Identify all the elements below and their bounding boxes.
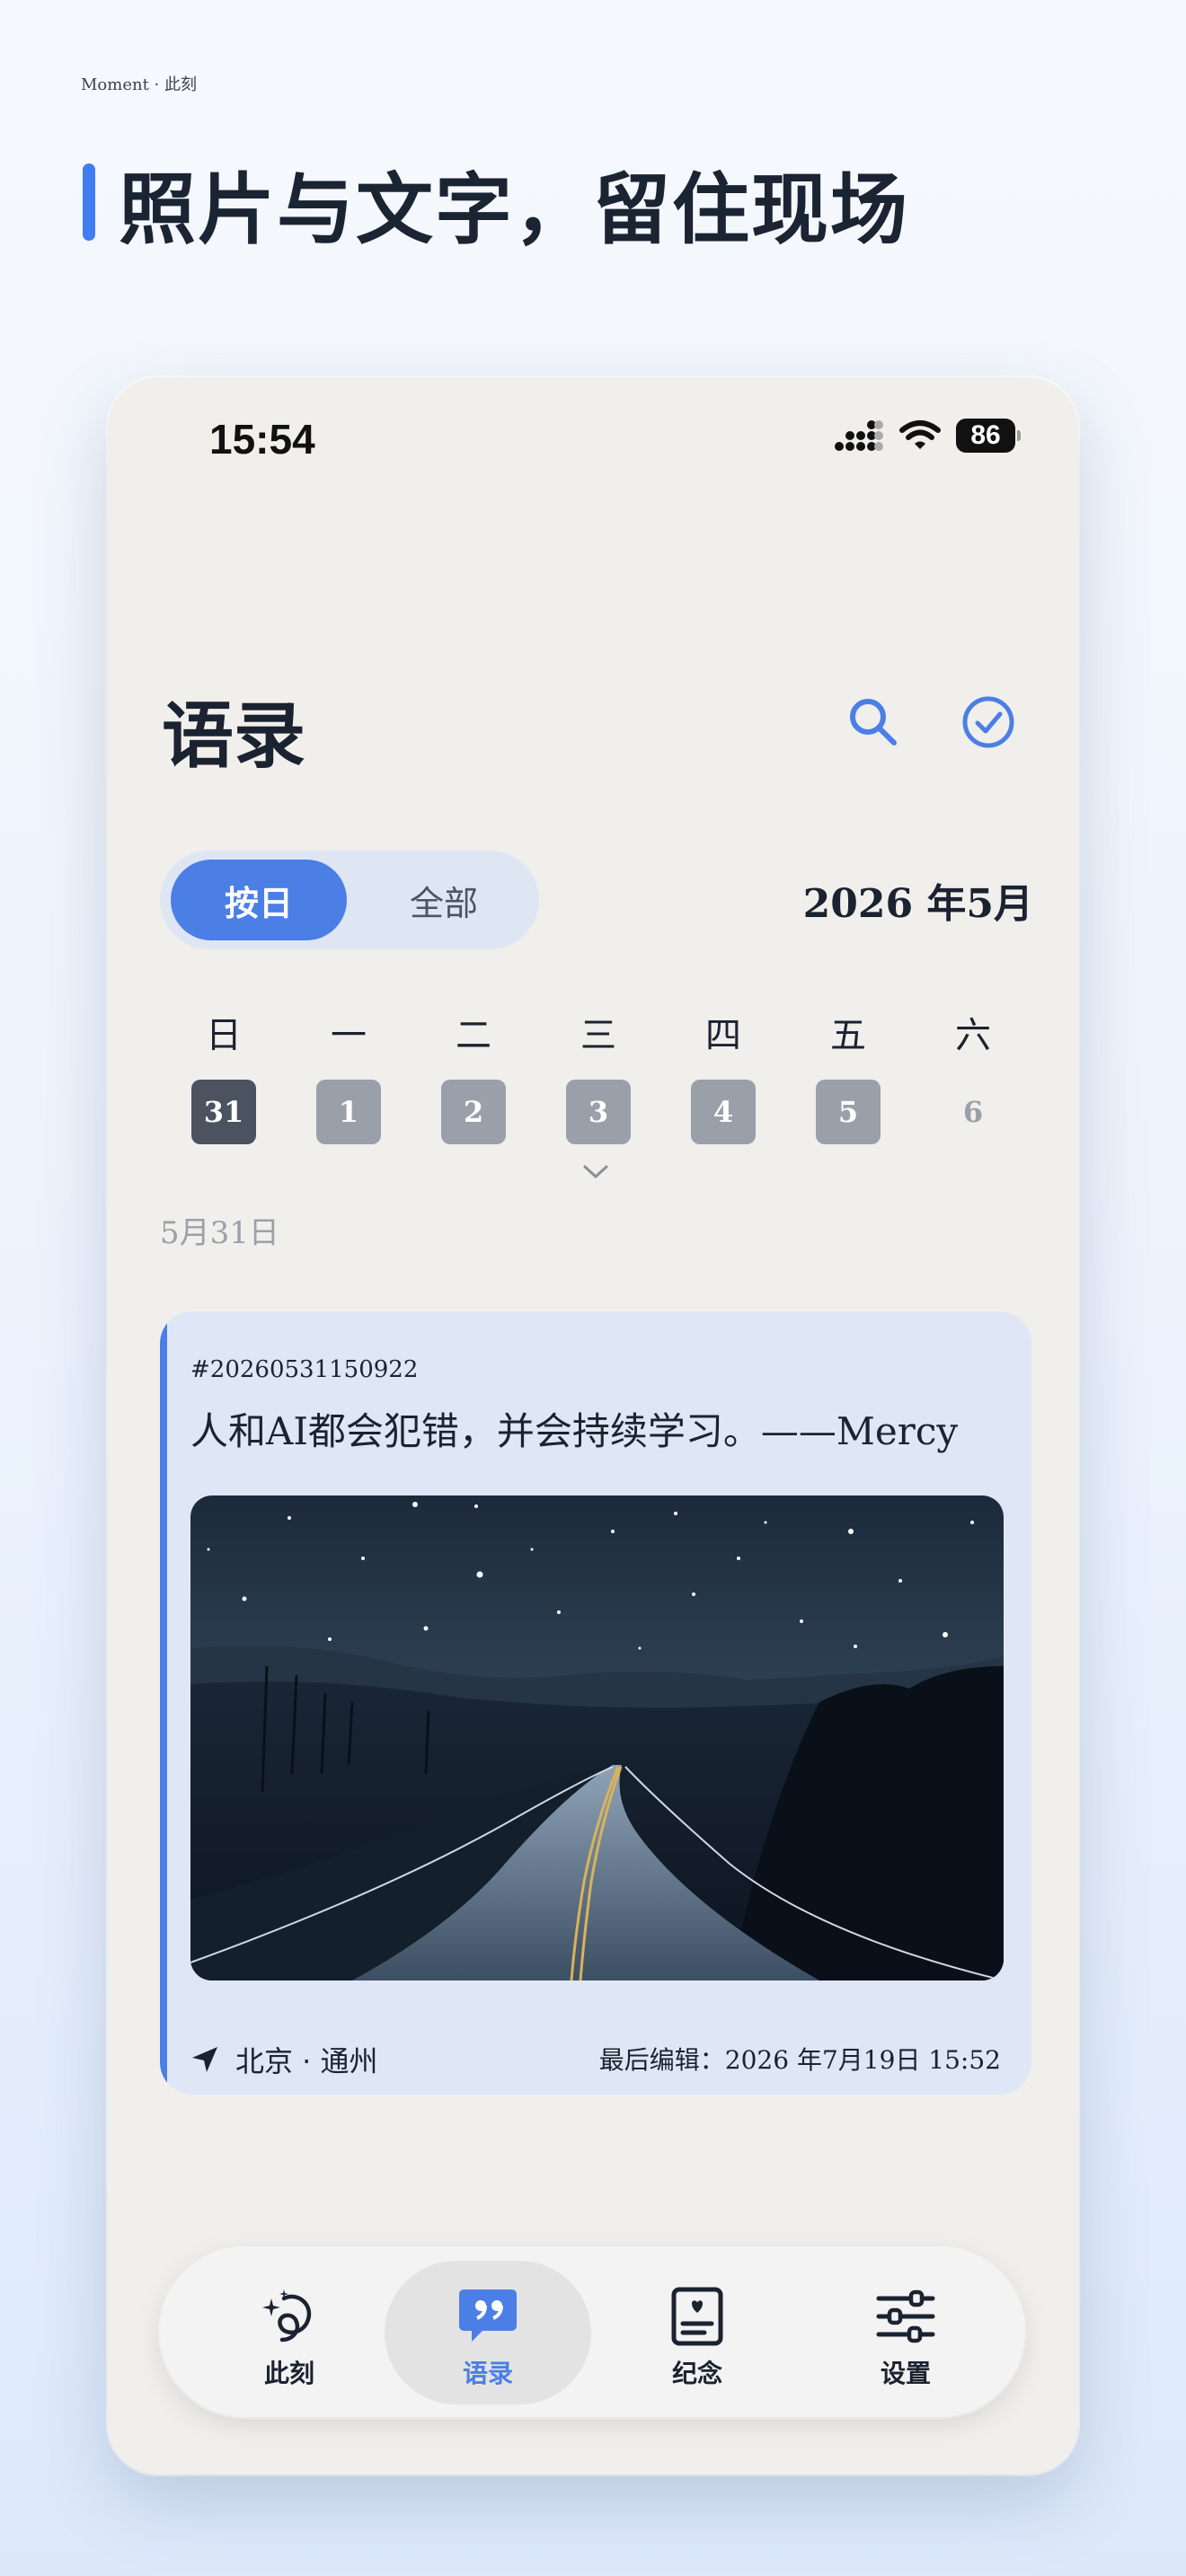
entry-quote: 人和AI都会犯错，并会持续学习。——Mercy (190, 1409, 959, 1453)
battery-level: 86 (970, 420, 1001, 450)
night-road-photo (190, 1495, 1004, 1981)
phone-screen: 15:54 86 语录 按日 全部 2026 年5月 日 一 二 三 四 五 六… (108, 377, 1078, 2475)
weekday-mon: 一 (331, 1015, 367, 1056)
quote-entry-card[interactable]: #20260531150922 人和AI都会犯错，并会持续学习。——Mercy (160, 1311, 1031, 2095)
calendar-day[interactable]: 1 (316, 1080, 381, 1144)
sliders-icon (876, 2289, 935, 2343)
cellular-signal-icon (835, 420, 883, 451)
month-label[interactable]: 2026 年5月 (803, 871, 1033, 929)
view-mode-segmented-control: 按日 全部 (160, 851, 539, 949)
tab-memorial[interactable]: 纪念 (625, 2284, 769, 2390)
wifi-icon (899, 420, 941, 449)
headline-accent-bar (83, 163, 95, 241)
select-checkmark-icon[interactable] (960, 693, 1017, 751)
battery-indicator: 86 (956, 419, 1021, 453)
weekday-sun: 日 (206, 1015, 242, 1056)
headline-text: 照片与文字，留住现场 (119, 164, 909, 255)
entry-id: #20260531150922 (190, 1356, 419, 1383)
tab-label: 纪念 (671, 2359, 722, 2388)
page-title: 语录 (162, 694, 305, 778)
segment-by-day[interactable]: 按日 (171, 860, 347, 940)
calendar-day[interactable]: 4 (691, 1080, 756, 1144)
calendar-day[interactable]: 2 (441, 1080, 506, 1144)
headline: 照片与文字，留住现场 (83, 160, 909, 255)
location-arrow-icon (192, 2047, 217, 2072)
entry-location-text: 北京 · 通州 (235, 2044, 378, 2078)
weekday-thu: 四 (705, 1015, 741, 1056)
calendar-day[interactable]: 5 (816, 1080, 881, 1144)
bottom-tab-bar: 此刻 语录 纪念 设置 (160, 2248, 1024, 2417)
tab-label: 此刻 (263, 2359, 314, 2388)
weekday-sat: 六 (955, 1015, 991, 1056)
chevron-down-icon[interactable] (582, 1163, 609, 1181)
calendar-day[interactable]: 3 (566, 1080, 631, 1144)
tab-label: 设置 (880, 2359, 931, 2388)
segment-all[interactable]: 全部 (356, 860, 532, 940)
entry-location[interactable]: 北京 · 通州 (190, 2039, 378, 2080)
entry-last-edited: 最后编辑：2026 年7月19日 15:52 (598, 2045, 1001, 2075)
tab-moment[interactable]: 此刻 (217, 2284, 361, 2390)
status-icons: 86 (834, 419, 1021, 453)
weekday-wed: 三 (580, 1015, 616, 1056)
tab-settings[interactable]: 设置 (834, 2284, 978, 2390)
weekday-fri: 五 (830, 1015, 866, 1056)
search-icon[interactable] (845, 693, 902, 751)
quote-bubble-icon (459, 2289, 517, 2342)
status-time: 15:54 (209, 416, 315, 463)
calendar-day[interactable]: 31 (191, 1080, 256, 1144)
sparkle-loop-icon (262, 2289, 312, 2342)
brand-label: Moment · 此刻 (81, 75, 197, 94)
tab-label: 语录 (462, 2359, 513, 2388)
tab-quotes[interactable]: 语录 (416, 2284, 560, 2390)
weekday-tue: 二 (456, 1015, 491, 1056)
section-date-label: 5月31日 (160, 1215, 279, 1251)
memo-card-icon (671, 2287, 723, 2346)
entry-photo[interactable] (190, 1495, 1004, 1981)
calendar-day[interactable]: 6 (941, 1080, 1005, 1144)
